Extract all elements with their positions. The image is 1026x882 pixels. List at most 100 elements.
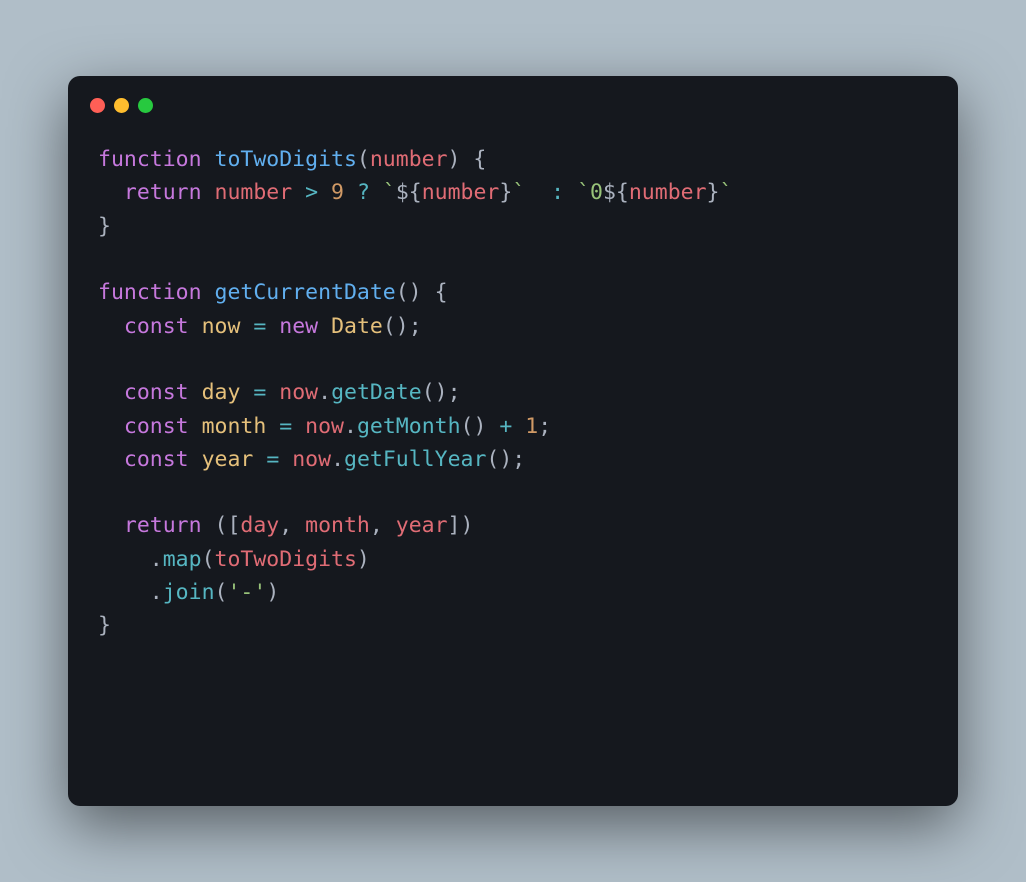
code-token: month: [305, 513, 370, 538]
code-token: [292, 180, 305, 205]
code-token: [266, 380, 279, 405]
code-token: number: [422, 180, 500, 205]
code-token: const: [124, 314, 189, 339]
close-icon[interactable]: [90, 98, 105, 113]
code-token: ,: [370, 513, 396, 538]
code-token: ();: [422, 380, 461, 405]
code-token: ): [266, 580, 279, 605]
code-token: year: [202, 447, 254, 472]
code-token: [266, 314, 279, 339]
code-token: [253, 447, 266, 472]
code-token: toTwoDigits: [215, 547, 357, 572]
code-token: now: [279, 380, 318, 405]
code-token: [240, 314, 253, 339]
code-token: ();: [486, 447, 525, 472]
code-token: [202, 180, 215, 205]
code-line: [98, 243, 928, 276]
code-line: .join('-'): [98, 576, 928, 609]
code-token: >: [305, 180, 318, 205]
code-editor[interactable]: function toTwoDigits(number) { return nu…: [68, 113, 958, 673]
code-line: return number > 9 ? `${number}` : `0${nu…: [98, 176, 928, 209]
code-token: [202, 513, 215, 538]
code-line: [98, 343, 928, 376]
code-token: [98, 513, 124, 538]
code-token: number: [629, 180, 707, 205]
code-token: +: [499, 414, 512, 439]
code-token: function: [98, 147, 202, 172]
code-token: `: [512, 180, 525, 205]
code-line: function getCurrentDate() {: [98, 276, 928, 309]
code-token: =: [266, 447, 279, 472]
code-line: const day = now.getDate();: [98, 376, 928, 409]
code-token: ]): [448, 513, 474, 538]
code-token: =: [253, 380, 266, 405]
code-token: [279, 447, 292, 472]
code-token: now: [202, 314, 241, 339]
code-token: :: [551, 180, 564, 205]
code-token: `0: [577, 180, 603, 205]
code-token: map: [163, 547, 202, 572]
code-token: .: [150, 580, 163, 605]
code-token: ?: [357, 180, 370, 205]
code-token: (: [215, 580, 228, 605]
code-token: (: [202, 547, 215, 572]
code-token: return: [124, 180, 202, 205]
code-token: Date: [331, 314, 383, 339]
code-token: [98, 180, 124, 205]
maximize-icon[interactable]: [138, 98, 153, 113]
code-token: }: [98, 613, 111, 638]
code-token: }: [499, 180, 512, 205]
code-token: (): [461, 414, 500, 439]
code-token: function: [98, 280, 202, 305]
window-titlebar: [68, 76, 958, 113]
code-token: getMonth: [357, 414, 461, 439]
code-token: [189, 414, 202, 439]
code-line: const year = now.getFullYear();: [98, 443, 928, 476]
code-token: number: [370, 147, 448, 172]
code-token: `: [383, 180, 396, 205]
code-token: }: [98, 214, 111, 239]
code-line: return ([day, month, year]): [98, 509, 928, 542]
code-token: ${: [603, 180, 629, 205]
code-window: function toTwoDigits(number) { return nu…: [68, 76, 958, 806]
code-line: [98, 476, 928, 509]
code-token: ();: [383, 314, 422, 339]
code-token: `: [719, 180, 732, 205]
code-line: }: [98, 210, 928, 243]
code-token: year: [396, 513, 448, 538]
code-token: .: [318, 380, 331, 405]
code-token: join: [163, 580, 215, 605]
code-line: const now = new Date();: [98, 310, 928, 343]
code-token: [292, 414, 305, 439]
code-token: () {: [396, 280, 448, 305]
code-token: 1: [525, 414, 538, 439]
code-token: =: [253, 314, 266, 339]
code-token: return: [124, 513, 202, 538]
code-line: function toTwoDigits(number) {: [98, 143, 928, 176]
code-line: const month = now.getMonth() + 1;: [98, 410, 928, 443]
minimize-icon[interactable]: [114, 98, 129, 113]
code-line: }: [98, 609, 928, 642]
code-token: [318, 314, 331, 339]
code-token: [98, 380, 124, 405]
code-token: day: [202, 380, 241, 405]
code-token: getCurrentDate: [215, 280, 396, 305]
code-token: [318, 180, 331, 205]
code-token: toTwoDigits: [215, 147, 357, 172]
code-token: [266, 414, 279, 439]
code-token: [525, 180, 551, 205]
code-token: }: [707, 180, 720, 205]
code-token: 9: [331, 180, 344, 205]
code-token: .: [344, 414, 357, 439]
code-token: [189, 380, 202, 405]
code-token: [98, 547, 150, 572]
code-token: ;: [538, 414, 551, 439]
code-token: ) {: [448, 147, 487, 172]
code-token: ([: [215, 513, 241, 538]
code-token: [189, 447, 202, 472]
code-token: const: [124, 447, 189, 472]
code-token: ${: [396, 180, 422, 205]
code-token: now: [292, 447, 331, 472]
code-line: .map(toTwoDigits): [98, 543, 928, 576]
code-token: ): [357, 547, 370, 572]
